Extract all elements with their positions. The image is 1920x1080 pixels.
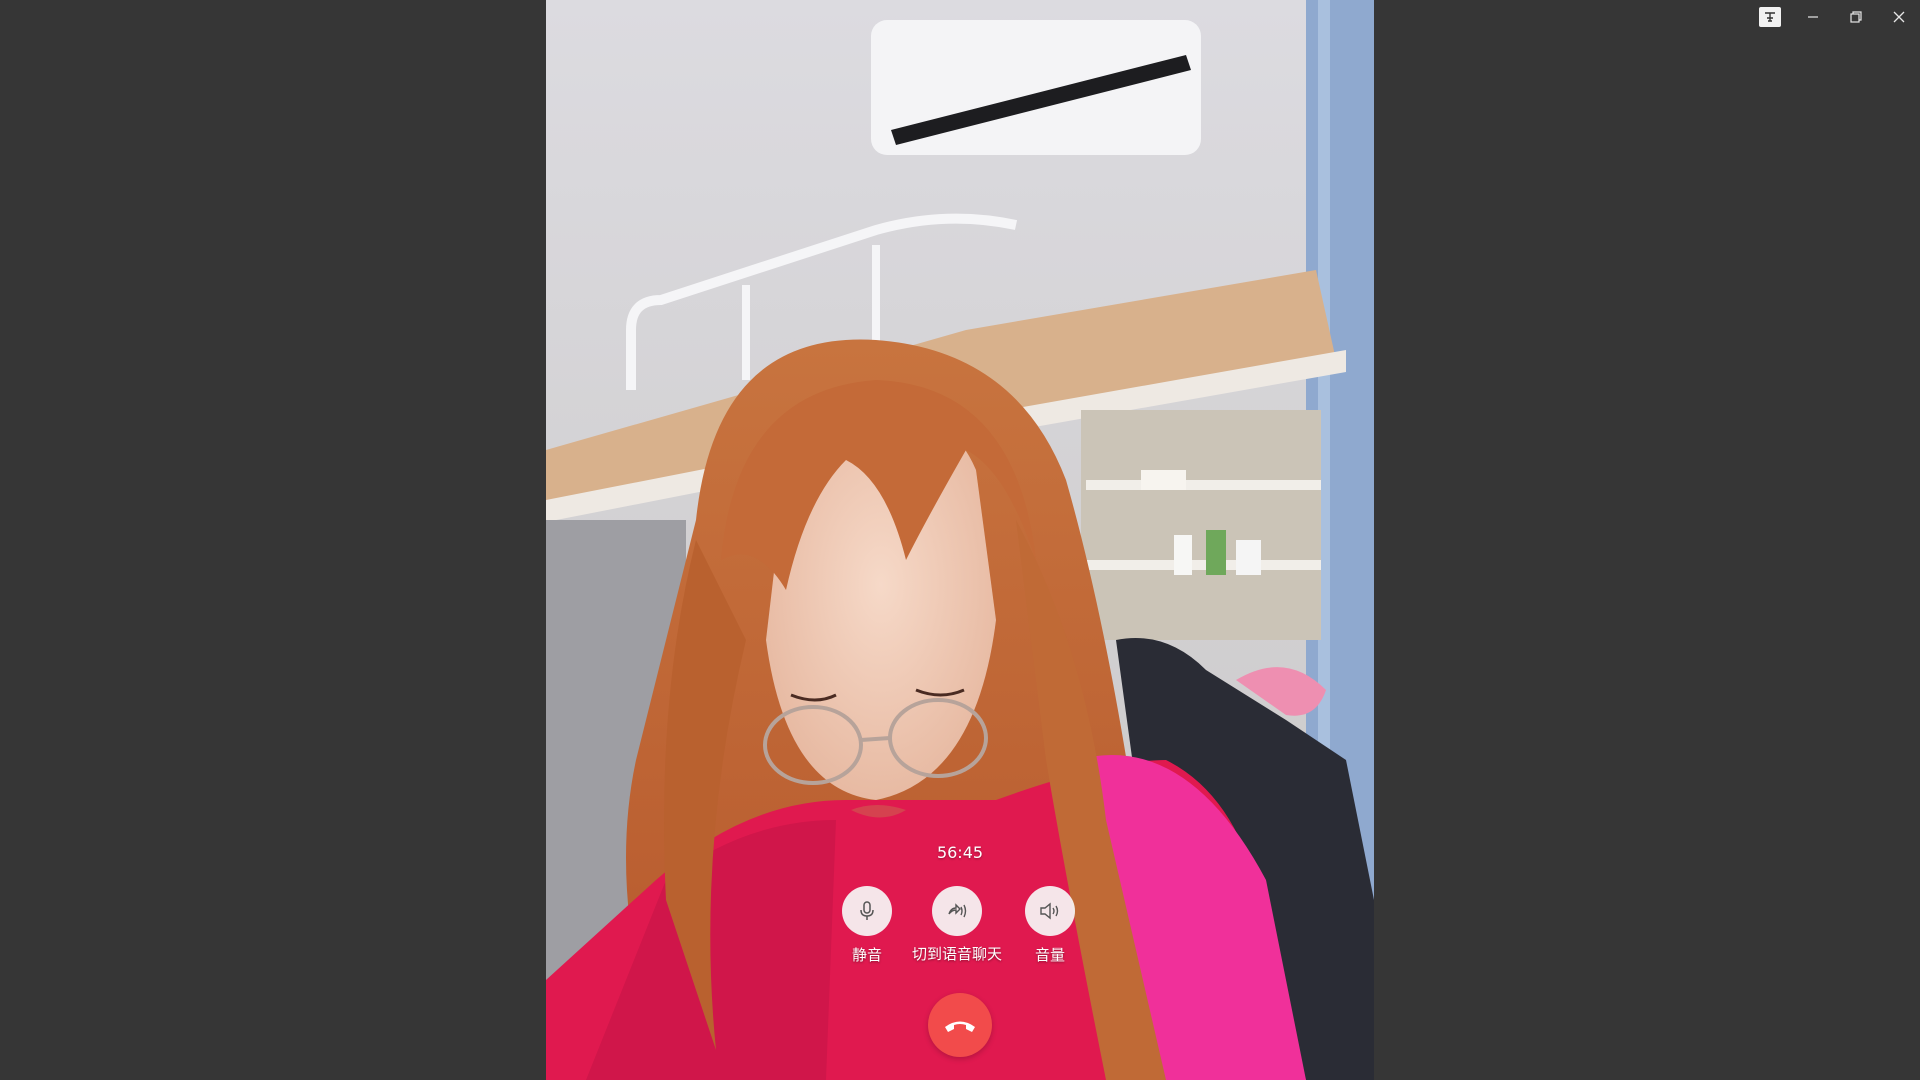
volume-control[interactable]: 音量 [990, 886, 1110, 965]
remote-video-feed: 56:45 静音 切到语音聊天 音量 [546, 0, 1374, 1080]
minimize-button[interactable] [1791, 0, 1834, 34]
close-button[interactable] [1877, 0, 1920, 34]
speaker-icon [1040, 902, 1059, 920]
mute-label: 静音 [851, 946, 882, 964]
hang-up-button[interactable] [928, 993, 992, 1057]
switch-to-voice-label: 切到语音聊天 [911, 945, 1002, 963]
pin-button[interactable] [1748, 0, 1791, 34]
volume-label: 音量 [1034, 946, 1065, 964]
call-timer: 56:45 [936, 843, 984, 862]
microphone-icon [860, 901, 874, 920]
hang-up-icon [945, 1021, 975, 1032]
window-controls [1748, 0, 1920, 34]
voice-switch-icon [948, 903, 967, 918]
minimize-icon [1807, 16, 1818, 18]
close-icon [1893, 11, 1904, 23]
restore-button[interactable] [1834, 0, 1877, 34]
mute-button[interactable] [842, 886, 892, 936]
video-call-window: 56:45 静音 切到语音聊天 音量 [0, 0, 1920, 1080]
pin-icon [1758, 7, 1781, 27]
volume-button[interactable] [1025, 886, 1075, 936]
restore-icon [1849, 11, 1862, 23]
switch-to-voice-button[interactable] [932, 886, 982, 936]
